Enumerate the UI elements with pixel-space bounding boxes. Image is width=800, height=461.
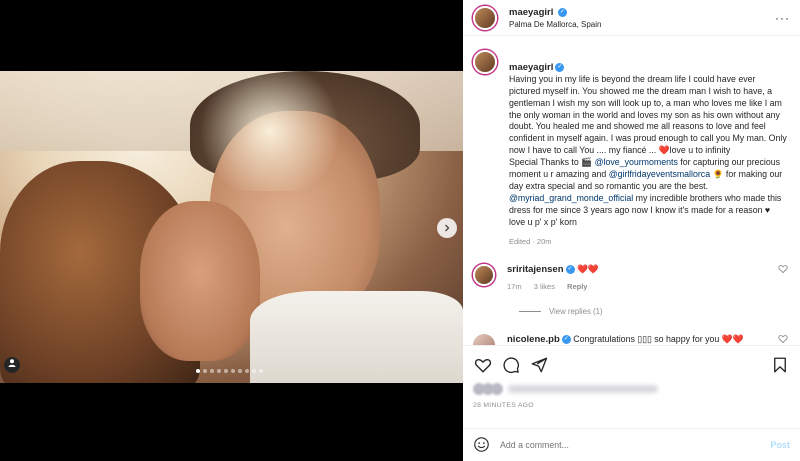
commenter-avatar[interactable]: [473, 263, 495, 286]
carousel-dot: [196, 369, 200, 373]
add-comment-bar: Post: [463, 428, 800, 461]
commenter-username[interactable]: nicolene.pb: [507, 334, 560, 345]
emoji-icon[interactable]: [473, 436, 490, 455]
post-actions: 28 MINUTES AGO: [463, 345, 800, 409]
carousel-dot: [224, 369, 228, 373]
add-comment-input[interactable]: [500, 440, 771, 450]
carousel-dot: [217, 369, 221, 373]
carousel-dot: [203, 369, 207, 373]
verified-badge-icon: ✓: [555, 63, 565, 73]
caption-username[interactable]: maeyagirl: [509, 62, 553, 73]
caption-author-avatar[interactable]: [473, 50, 497, 74]
photo-sun-flare: [190, 71, 350, 191]
caption-meta: Edited · 20m: [509, 236, 552, 246]
comment-text: ❤️❤️: [576, 263, 599, 274]
post-photo[interactable]: [0, 71, 463, 383]
carousel-dot: [252, 369, 256, 373]
carousel-dot: [245, 369, 249, 373]
photo-woman-face: [140, 201, 260, 361]
verified-badge-icon: ✓: [557, 7, 567, 17]
more-options-icon[interactable]: ···: [775, 11, 790, 25]
mention-girlfridayevents[interactable]: @girlfridayeventsmallorca: [609, 169, 710, 179]
comment-text: Congratulations ▯▯▯ so happy for you ❤️❤…: [573, 334, 744, 345]
like-heart-icon[interactable]: [473, 355, 493, 375]
verified-badge-icon: ✓: [561, 335, 571, 345]
view-replies-label: View replies (1): [549, 307, 603, 317]
comment-time: 17m: [507, 282, 522, 292]
commenter-username[interactable]: sriritajensen: [507, 264, 564, 275]
carousel-dot: [238, 369, 242, 373]
commenter-avatar[interactable]: [473, 334, 495, 345]
author-avatar[interactable]: [473, 5, 497, 30]
verified-badge-icon: ✓: [565, 264, 575, 274]
carousel-dot: [259, 369, 263, 373]
post-header: maeyagirl ✓ Palma De Mallorca, Spain ···: [463, 0, 800, 36]
comment-like-icon[interactable]: [778, 334, 788, 345]
next-slide-button[interactable]: [437, 218, 457, 238]
caption: maeyagirl ✓ Having you in my life is beyo…: [473, 50, 788, 248]
share-send-icon[interactable]: [529, 355, 549, 375]
heart-emoji: ❤️: [658, 145, 670, 156]
post-side-panel: maeyagirl ✓ Palma De Mallorca, Spain ···…: [463, 0, 800, 461]
caption-text-1: Having you in my life is beyond the drea…: [509, 73, 787, 156]
bookmark-icon[interactable]: [770, 355, 790, 375]
post-timestamp[interactable]: 28 MINUTES AGO: [473, 402, 790, 409]
mention-myriad-grand-monde[interactable]: @myriad_grand_monde_official: [509, 193, 633, 203]
liker-avatar: [491, 383, 503, 395]
liked-by-summary[interactable]: [473, 382, 790, 396]
chevron-right-icon: [445, 224, 450, 232]
comment-item: sriritajensen ✓ ❤️❤️ 17m 3 likes Reply: [473, 263, 788, 294]
comment-bubble-icon[interactable]: [501, 355, 521, 375]
comment-likes[interactable]: 3 likes: [534, 282, 555, 291]
comment-item: nicolene.pb ✓ Congratulations ▯▯▯ so happ…: [473, 334, 788, 345]
carousel-dot: [231, 369, 235, 373]
comments-list[interactable]: maeyagirl ✓ Having you in my life is beyo…: [463, 37, 800, 345]
comment-like-icon[interactable]: [778, 264, 788, 294]
carousel-dot: [210, 369, 214, 373]
liked-by-blurred-text: [508, 385, 658, 393]
photo-shirt: [250, 291, 463, 383]
tagged-user-icon[interactable]: [4, 357, 20, 373]
post-location[interactable]: Palma De Mallorca, Spain: [509, 20, 775, 29]
carousel-indicator: [196, 369, 263, 373]
post-media: [0, 0, 463, 461]
post-comment-button[interactable]: Post: [770, 440, 790, 450]
view-replies-line: [519, 311, 541, 313]
mention-love-yourmoments[interactable]: @love_yourmoments: [595, 157, 678, 167]
view-replies-button[interactable]: View replies (1): [519, 307, 788, 316]
author-username[interactable]: maeyagirl: [509, 7, 553, 18]
comment-reply-button[interactable]: Reply: [567, 282, 587, 291]
